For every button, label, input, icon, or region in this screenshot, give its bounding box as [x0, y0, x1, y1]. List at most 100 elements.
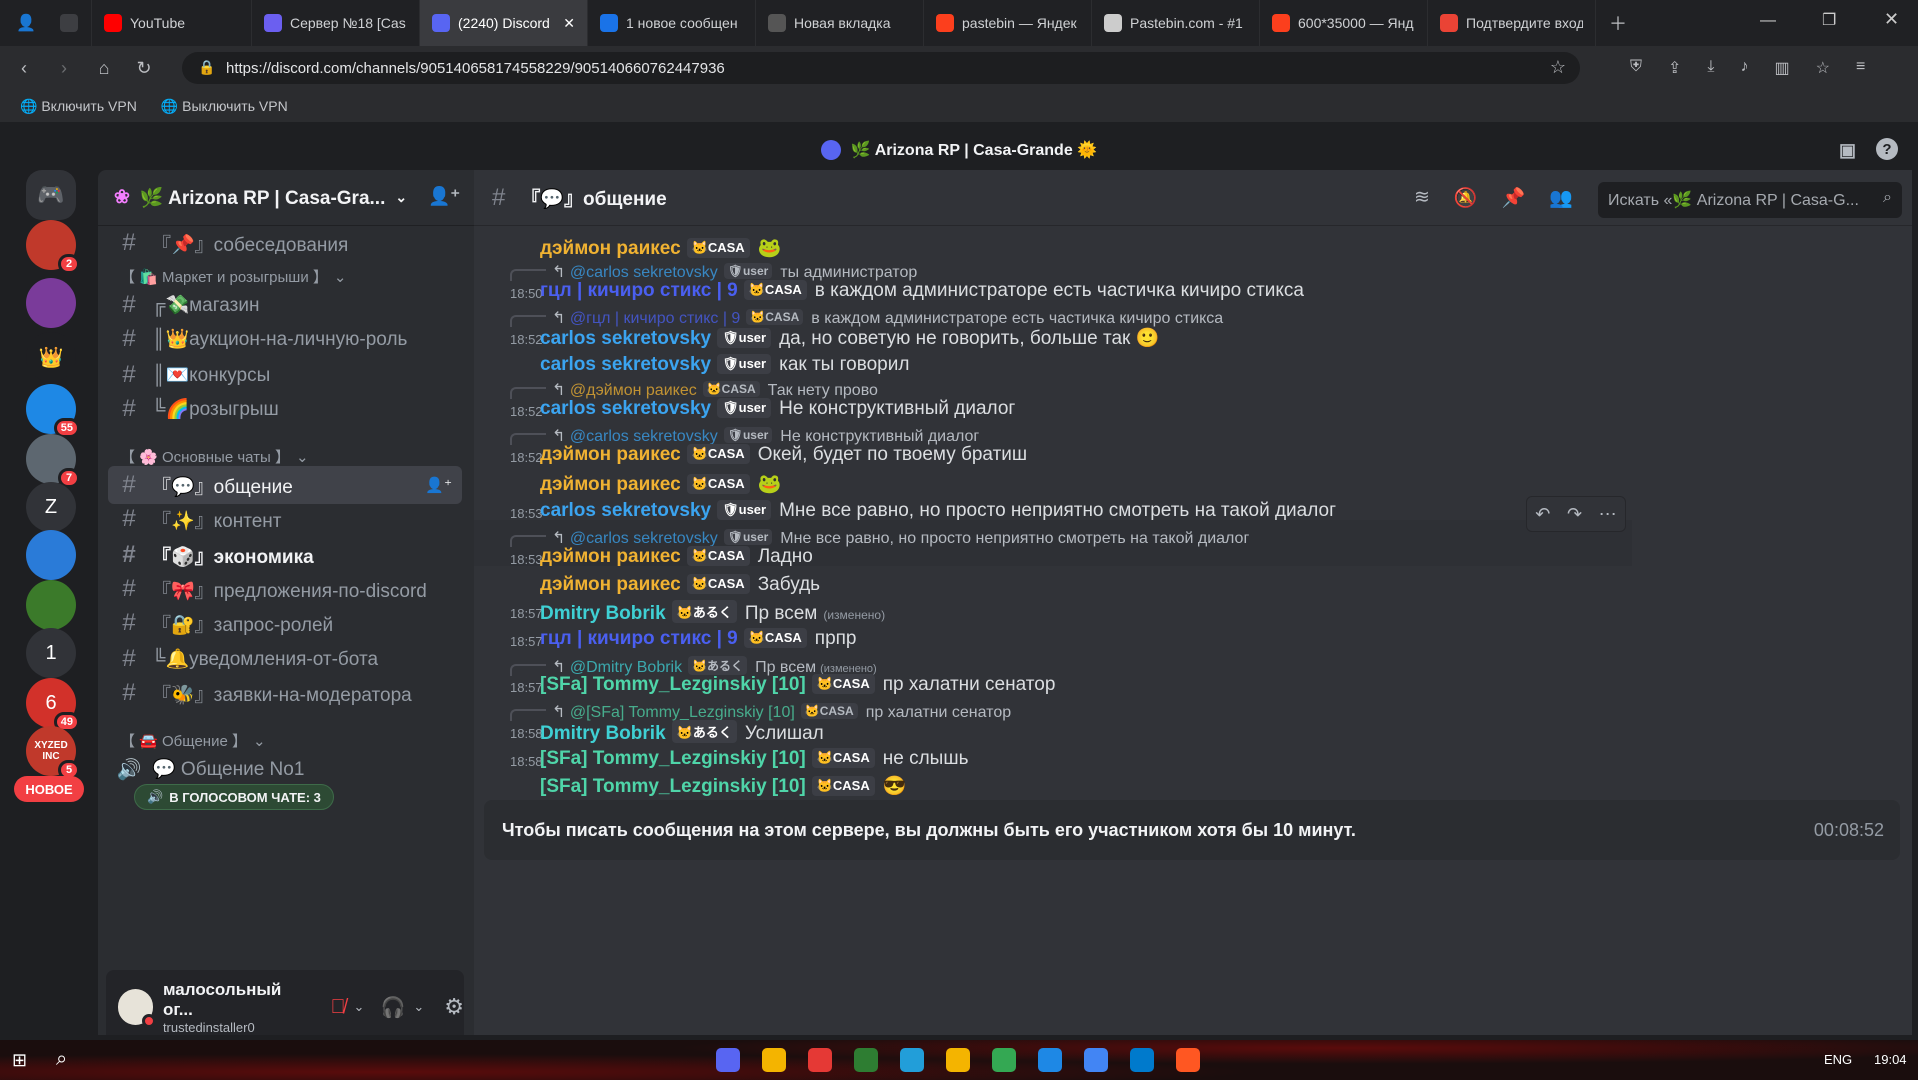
avatar[interactable] — [118, 989, 156, 1028]
reply-author[interactable]: @[SFa] Tommy_Lezginskiy [10] — [570, 704, 795, 721]
channel-item[interactable]: # ║💌конкурсы — [108, 356, 462, 394]
threads-icon[interactable]: ≋ — [1414, 186, 1430, 210]
inbox-icon[interactable]: ▣ — [1839, 140, 1856, 161]
message-author[interactable]: carlos sekretovsky — [540, 354, 711, 375]
reply-author[interactable]: @дэймон раикес — [570, 382, 697, 399]
in-voice-pill[interactable]: 🔊 В ГОЛОСОВОМ ЧАТЕ: 3 — [134, 784, 334, 810]
favorites-icon[interactable]: ☆ — [1816, 58, 1830, 78]
reply-author[interactable]: @гцл | кичиро стикс | 9 — [570, 310, 740, 327]
server-icon[interactable]: 1 — [26, 628, 76, 678]
reply-preview[interactable]: ↰ @гцл | кичиро стикс | 9 🐱CASA в каждом а… — [510, 308, 1223, 328]
forward-icon[interactable]: ↷ — [1567, 504, 1582, 525]
star-icon[interactable]: ☆ — [1550, 57, 1566, 78]
server-icon[interactable] — [26, 530, 76, 580]
taskbar-app-icon[interactable] — [808, 1048, 832, 1072]
back-icon[interactable]: ‹ — [8, 52, 40, 84]
message-author[interactable]: carlos sekretovsky — [540, 398, 711, 419]
taskbar-app-icon[interactable] — [900, 1048, 924, 1072]
reply-preview[interactable]: ↰ @carlos sekretovsky 🛡user Мне все равно,… — [510, 528, 1249, 548]
browser-tab[interactable]: 1 новое сообщен — [588, 0, 756, 46]
reply-author[interactable]: @carlos sekretovsky — [570, 264, 718, 281]
channel-category[interactable]: 【 🌸 Основные чаты 】 ⌄ — [120, 446, 309, 467]
server-icon[interactable]: Z — [26, 482, 76, 532]
channel-item[interactable]: # 『💬』общение 👤⁺ — [108, 466, 462, 504]
url-field[interactable]: 🔒 https://discord.com/channels/905140658… — [182, 52, 1580, 84]
server-header[interactable]: ❀ 🌿 Arizona RP | Casa-Gra... ⌄ 👤⁺ — [98, 170, 474, 226]
message-author[interactable]: carlos sekretovsky — [540, 328, 711, 349]
channel-item[interactable]: # 『🎀』предложения-по-discord — [108, 570, 462, 608]
gear-icon[interactable]: ⚙ — [444, 994, 464, 1020]
invite-icon[interactable]: 👤⁺ — [428, 186, 460, 207]
server-icon[interactable]: 7 — [26, 434, 80, 488]
bookmark-vpn-on[interactable]: 🌐 Включить VPN — [20, 98, 137, 115]
taskbar-app-icon[interactable] — [716, 1048, 740, 1072]
browser-tab[interactable]: 600*35000 — Янд — [1260, 0, 1428, 46]
server-icon[interactable]: 55 — [26, 384, 80, 438]
channel-item[interactable]: # ╚🔔уведомления-от-бота — [108, 640, 462, 678]
message-author[interactable]: carlos sekretovsky — [540, 500, 711, 521]
message-author[interactable]: [SFa] Tommy_Lezginskiy [10] — [540, 748, 806, 769]
message-author[interactable]: [SFa] Tommy_Lezginskiy [10] — [540, 674, 806, 695]
server-icon[interactable]: 6 49 — [26, 678, 80, 732]
reload-icon[interactable]: ↻ — [128, 52, 160, 84]
profile-icon[interactable]: 👤 — [10, 7, 42, 39]
minimize-icon[interactable]: — — [1760, 12, 1776, 30]
language-indicator[interactable]: ENG — [1824, 1052, 1852, 1067]
taskbar-app-icon[interactable] — [762, 1048, 786, 1072]
server-icon[interactable] — [26, 580, 76, 630]
extension-icon[interactable]: ⛨ — [1630, 58, 1642, 78]
music-icon[interactable]: ♪ — [1741, 58, 1749, 78]
message-author[interactable]: [SFa] Tommy_Lezginskiy [10] — [540, 776, 806, 797]
headphones-muted-icon[interactable]: 🎧 — [380, 995, 405, 1020]
browser-tab[interactable]: 9 — [48, 0, 92, 46]
share-icon[interactable]: ⇪ — [1668, 58, 1681, 78]
server-icon[interactable] — [26, 278, 76, 328]
channel-item[interactable]: # 『🎲』экономика — [108, 536, 462, 574]
windows-start-icon[interactable]: ⊞ — [12, 1050, 27, 1071]
browser-tab[interactable]: Сервер №18 [Cas — [252, 0, 420, 46]
channel-category[interactable]: 【 🛍️ Маркет и розыгрыши 】 ⌄ — [120, 266, 346, 287]
taskbar-app-icon[interactable] — [946, 1048, 970, 1072]
server-icon[interactable]: XYZED INC 5 — [26, 726, 80, 780]
notifications-muted-icon[interactable]: 🔕 — [1454, 186, 1478, 210]
pin-icon[interactable]: 📌 — [1502, 186, 1526, 210]
sidebar-icon[interactable]: ▥ — [1775, 58, 1790, 78]
clock[interactable]: 19:04 — [1874, 1052, 1907, 1067]
invite-icon[interactable]: 👤⁺ — [425, 476, 452, 494]
home-button[interactable]: 🎮 — [26, 170, 76, 220]
bookmark-vpn-off[interactable]: 🌐 Выключить VPN — [161, 98, 288, 115]
taskbar-app-icon[interactable] — [1130, 1048, 1154, 1072]
message-author[interactable]: дэймон раикес — [540, 238, 681, 259]
forward-icon[interactable]: › — [48, 52, 80, 84]
chevron-down-icon[interactable]: ⌄ — [413, 999, 424, 1015]
new-badge[interactable]: НОВОЕ — [14, 776, 84, 802]
reply-icon[interactable]: ↶ — [1535, 504, 1550, 525]
message-author[interactable]: Dmitry Bobrik — [540, 603, 666, 624]
close-tab-icon[interactable]: ✕ — [563, 15, 575, 32]
channel-item[interactable]: # ╚🌈розыгрыш — [108, 390, 462, 428]
reply-author[interactable]: @carlos sekretovsky — [570, 428, 718, 445]
message-author[interactable]: гцл | кичиро стикс | 9 — [540, 280, 738, 301]
taskbar-app-icon[interactable] — [1038, 1048, 1062, 1072]
search-icon[interactable]: ⌕ — [56, 1048, 67, 1071]
reply-preview[interactable]: ↰ @дэймон раикес 🐱CASA Так нету прово — [510, 380, 878, 400]
taskbar-app-icon[interactable] — [1084, 1048, 1108, 1072]
reply-preview[interactable]: ↰ @carlos sekretovsky 🛡user ты администрат… — [510, 262, 917, 282]
taskbar-app-icon[interactable] — [1176, 1048, 1200, 1072]
browser-tab[interactable]: Pastebin.com - #1 — [1092, 0, 1260, 46]
channel-item[interactable]: # ╔💸магазин — [108, 286, 462, 324]
menu-icon[interactable]: ≡ — [1856, 58, 1865, 78]
browser-tab[interactable]: (2240) Discord ✕ — [420, 0, 588, 46]
maximize-icon[interactable]: ❐ — [1822, 10, 1836, 30]
server-icon[interactable]: 👑 — [26, 332, 76, 382]
chevron-down-icon[interactable]: ⌄ — [354, 999, 365, 1015]
browser-tab[interactable]: pastebin — Яндек — [924, 0, 1092, 46]
taskbar-app-icon[interactable] — [854, 1048, 878, 1072]
members-icon[interactable]: 👥 — [1549, 186, 1573, 210]
message-author[interactable]: дэймон раикес — [540, 546, 681, 567]
help-icon[interactable]: ? — [1876, 138, 1898, 160]
reply-author[interactable]: @carlos sekretovsky — [570, 530, 718, 547]
message-author[interactable]: Dmitry Bobrik — [540, 723, 666, 744]
taskbar-app-icon[interactable] — [992, 1048, 1016, 1072]
message-author[interactable]: гцл | кичиро стикс | 9 — [540, 628, 738, 649]
